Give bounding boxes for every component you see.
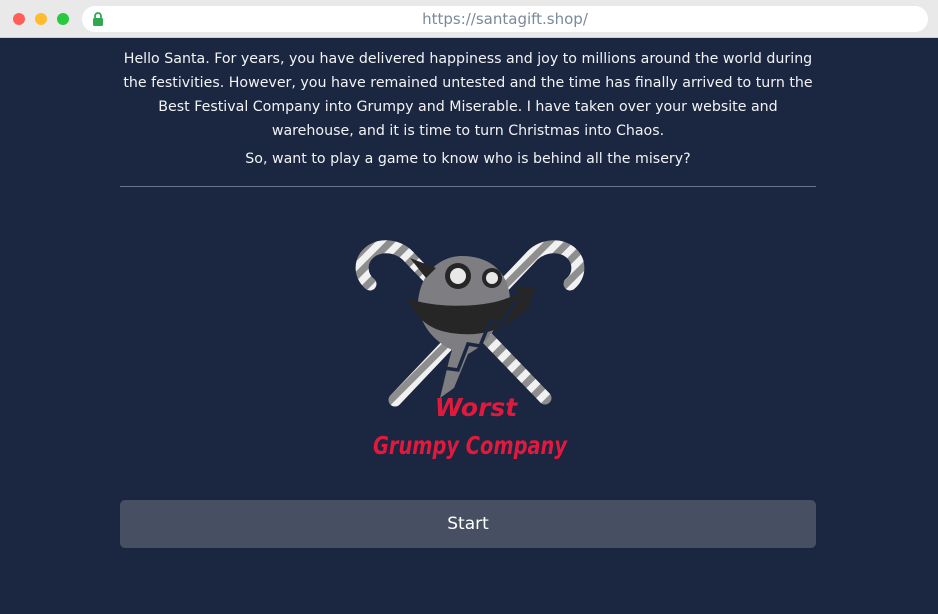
url-text: https://santagift.shop/ (422, 10, 588, 28)
game-question: So, want to play a game to know who is b… (245, 151, 691, 167)
close-window-icon[interactable] (13, 13, 25, 25)
intro-paragraph: Hello Santa. For years, you have deliver… (123, 51, 813, 139)
maximize-window-icon[interactable] (57, 13, 69, 25)
logo-text-grumpy-company: Grumpy Company (373, 431, 568, 460)
minimize-window-icon[interactable] (35, 13, 47, 25)
address-bar[interactable]: https://santagift.shop/ (82, 6, 928, 32)
page-content: Hello Santa. For years, you have deliver… (0, 38, 938, 614)
browser-toolbar: https://santagift.shop/ (0, 0, 938, 38)
logo-text-worst: Worst (435, 393, 519, 422)
start-button[interactable]: Start (120, 500, 816, 548)
divider (120, 186, 816, 187)
grumpy-company-logo: Worst Grumpy Company (355, 240, 585, 460)
